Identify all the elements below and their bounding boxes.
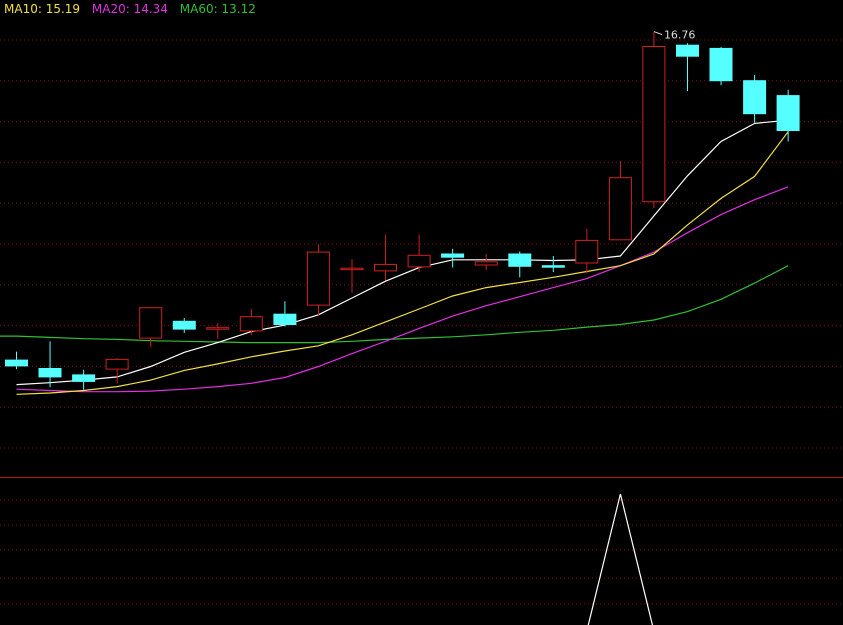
candle-down [676, 44, 699, 57]
candle-down [441, 253, 465, 258]
candle-down [541, 265, 565, 268]
candle-down [709, 47, 733, 82]
ma20-line [16, 186, 789, 393]
candle-down [172, 320, 196, 330]
ma10-line [16, 131, 789, 395]
candle-down [743, 80, 767, 115]
candle-down [38, 368, 62, 378]
candle-up [474, 261, 498, 266]
candle-up [206, 327, 230, 330]
candle-down [72, 374, 96, 382]
candle-down [273, 313, 297, 326]
candle-up [642, 46, 666, 203]
lower-indicator-line [587, 493, 654, 625]
candle-up [340, 267, 364, 271]
candle-up [608, 177, 632, 241]
candle-up [139, 307, 163, 339]
candle-up [105, 358, 129, 370]
candle-up [374, 263, 397, 272]
candle-up [306, 251, 330, 306]
candle-down [776, 95, 800, 131]
annotation-pointer [653, 31, 663, 36]
candle-down [508, 253, 532, 267]
candle-down [5, 359, 28, 367]
high-annotation: 16.76 [664, 29, 696, 42]
chart-canvas: 16.76 [0, 29, 843, 625]
ma5-line [16, 119, 789, 386]
stock-chart: MA10: 15.19 MA20: 14.34 MA60: 13.12 16.7… [0, 0, 843, 625]
candle-up [239, 316, 263, 332]
candle-up [575, 239, 599, 264]
candle-up [407, 254, 431, 268]
